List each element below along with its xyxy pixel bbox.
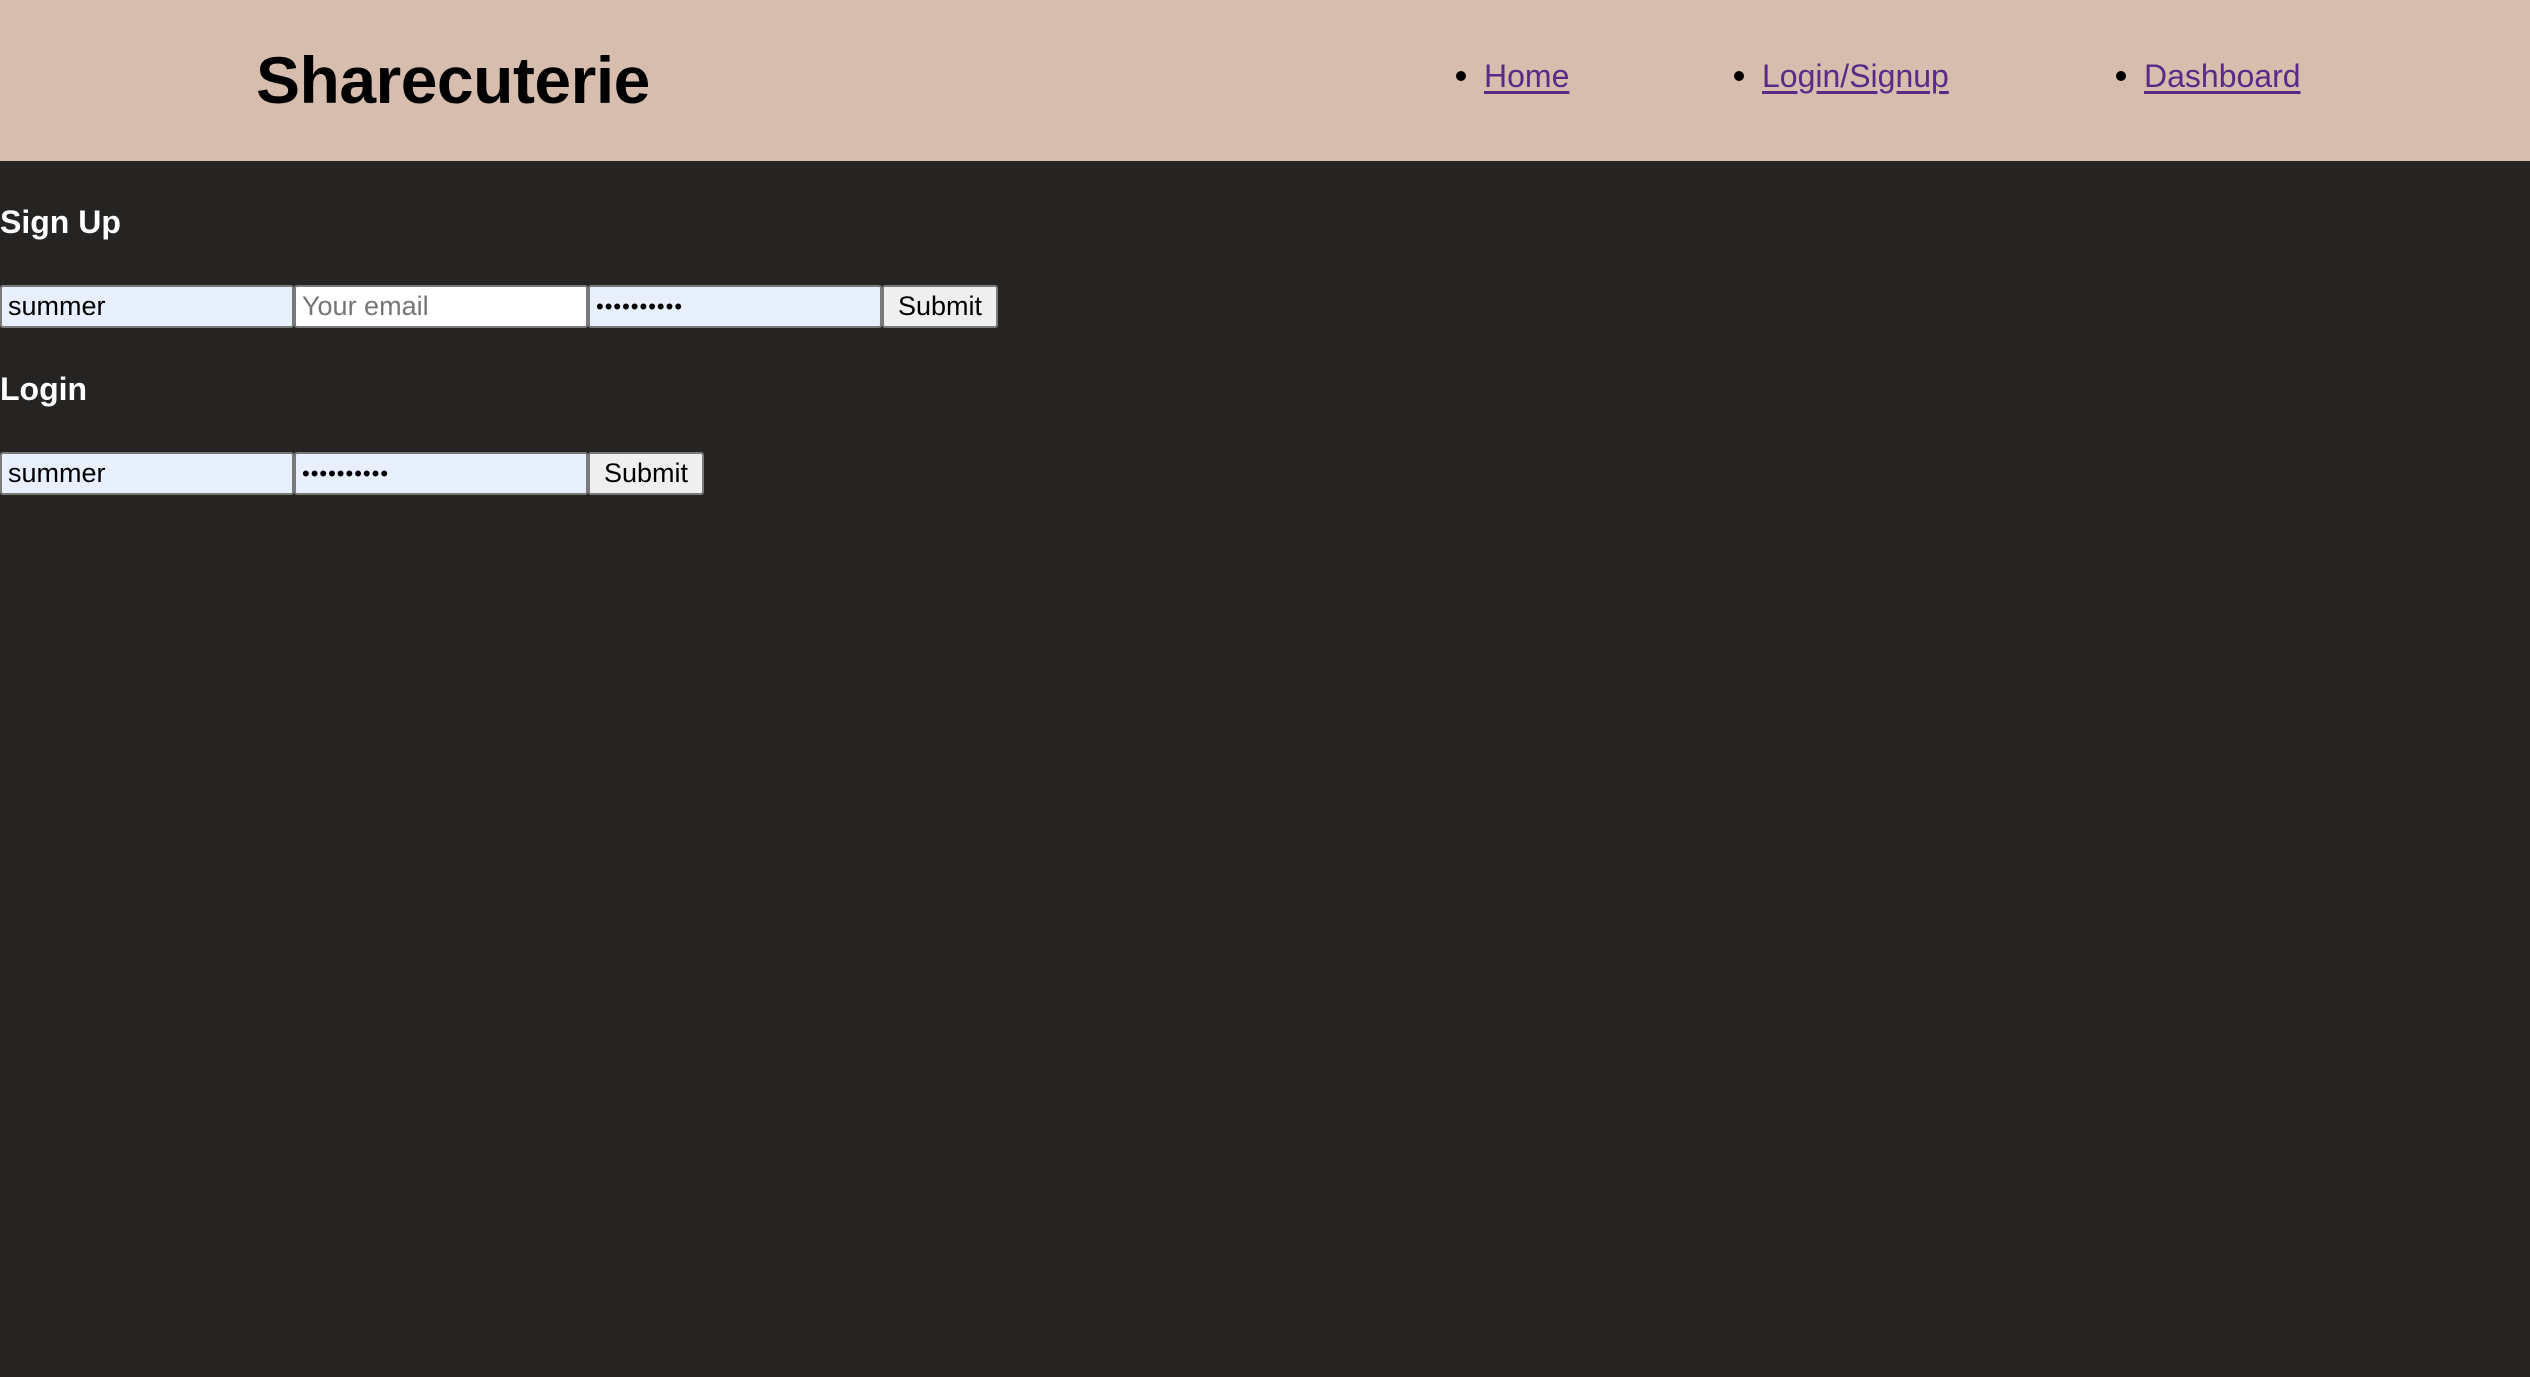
nav-item-login-signup: Login/Signup [1734, 56, 1949, 96]
signup-heading: Sign Up [0, 204, 121, 240]
bullet-icon [2116, 70, 2126, 81]
signup-email-field[interactable] [294, 285, 588, 328]
login-heading: Login [0, 371, 88, 407]
signup-username-field[interactable] [0, 285, 294, 328]
signup-submit-button[interactable]: Submit [882, 285, 999, 328]
nav-item-home: Home [1456, 56, 1569, 96]
login-password-field[interactable] [294, 452, 588, 495]
bullet-icon [1734, 70, 1744, 81]
nav-link-dashboard[interactable]: Dashboard [2144, 58, 2301, 94]
signup-form: Submit [0, 285, 999, 329]
site-header: Sharecuterie Home Login/Signup Dashboard [0, 0, 2530, 161]
bullet-icon [1456, 70, 1466, 81]
signup-password-field[interactable] [588, 285, 882, 328]
login-form: Submit [0, 452, 705, 496]
nav-link-login-signup[interactable]: Login/Signup [1762, 58, 1949, 94]
nav-link-home[interactable]: Home [1484, 58, 1569, 94]
site-brand: Sharecuterie [256, 43, 650, 117]
nav-item-dashboard: Dashboard [2116, 56, 2301, 96]
login-username-field[interactable] [0, 452, 294, 495]
login-submit-button[interactable]: Submit [588, 452, 705, 495]
